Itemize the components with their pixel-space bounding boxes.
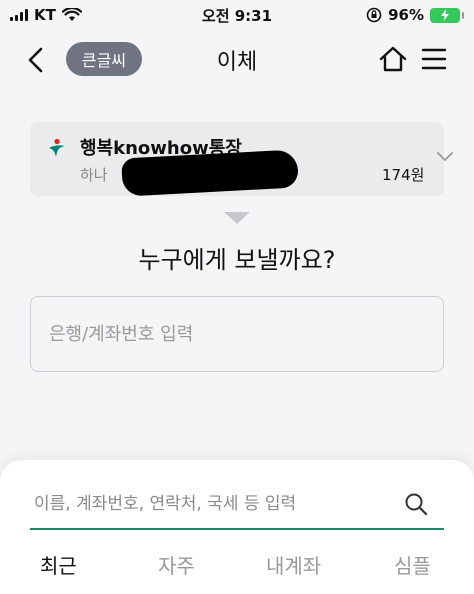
battery-icon bbox=[430, 7, 464, 23]
menu-icon[interactable] bbox=[420, 46, 448, 72]
recipient-tabs: 최근 자주 내계좌 심플 bbox=[0, 550, 474, 586]
clock: 오전 9:31 bbox=[201, 6, 273, 25]
account-balance: 174원 bbox=[382, 166, 425, 184]
tab-my-accounts[interactable]: 내계좌 bbox=[266, 550, 321, 579]
down-arrow-icon bbox=[224, 212, 250, 224]
recipient-question: 누구에게 보낼까요? bbox=[138, 246, 336, 274]
font-size-button[interactable]: 큰글씨 bbox=[66, 42, 142, 76]
tab-frequent[interactable]: 자주 bbox=[158, 550, 195, 579]
search-icon[interactable] bbox=[404, 492, 428, 516]
bank-account-input[interactable] bbox=[30, 296, 444, 372]
status-bar: KT 오전 9:31 96% bbox=[0, 0, 474, 30]
tab-simple[interactable]: 심플 bbox=[394, 550, 431, 579]
recipient-sheet: 최근 자주 내계좌 심플 bbox=[0, 460, 474, 594]
chevron-down-icon bbox=[437, 152, 453, 161]
tab-recent[interactable]: 최근 bbox=[40, 550, 77, 579]
redaction-mark bbox=[121, 149, 299, 197]
account-number: 하나 bbox=[80, 166, 108, 184]
charging-bolt-icon bbox=[441, 9, 449, 21]
search-underline bbox=[30, 528, 444, 530]
home-icon[interactable] bbox=[378, 44, 408, 74]
hana-bank-logo-icon bbox=[49, 138, 65, 157]
back-icon[interactable] bbox=[22, 44, 52, 76]
nav-bar: 큰글씨 이체 bbox=[0, 38, 474, 82]
account-selector[interactable]: 행복knowhow통장 하나 174원 bbox=[30, 122, 453, 197]
recipient-search-input[interactable] bbox=[30, 484, 410, 524]
